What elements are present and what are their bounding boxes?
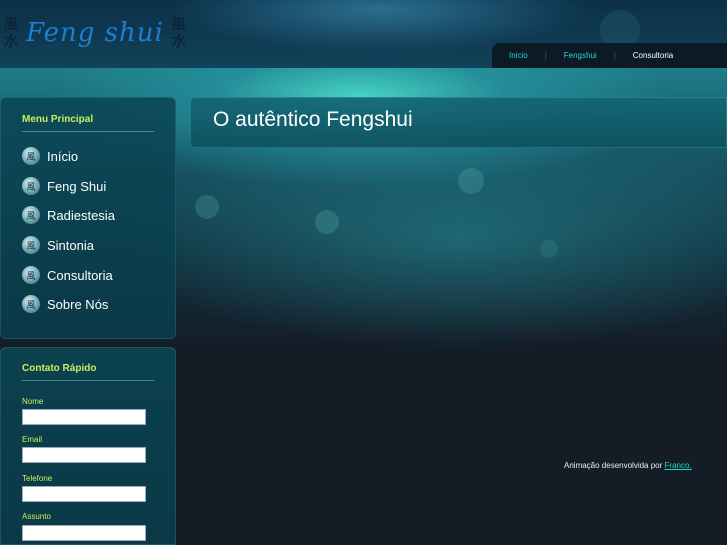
menu-item-sintonia[interactable]: 風 Sintonia: [22, 235, 94, 255]
orb-icon: 風: [22, 177, 40, 195]
menu-item-label: Início: [47, 148, 79, 164]
orb-icon: 風: [22, 206, 40, 224]
menu-item-label: Consultoria: [47, 267, 113, 283]
phone-field[interactable]: [22, 486, 146, 502]
bubble-decoration: [540, 240, 558, 258]
bubble-decoration: [458, 168, 484, 194]
menu-item-sobre-nos[interactable]: 風 Sobre Nós: [22, 294, 108, 314]
email-label: Email: [22, 435, 43, 444]
name-field[interactable]: [22, 409, 146, 425]
email-field[interactable]: [22, 447, 146, 463]
bubble-decoration: [315, 210, 339, 234]
main-menu-title: Menu Principal: [22, 114, 94, 125]
orb-icon: 風: [22, 236, 40, 254]
divider: [22, 131, 154, 132]
menu-item-consultoria[interactable]: 風 Consultoria: [22, 265, 113, 285]
contact-title: Contato Rápido: [22, 363, 97, 374]
menu-item-inicio[interactable]: 風 Início: [22, 146, 78, 166]
contact-box: Contato Rápido Nome Email Telefone Assun…: [0, 347, 176, 545]
subject-label: Assunto: [22, 512, 51, 521]
menu-item-label: Radiestesia: [47, 207, 115, 223]
main-menu-box: Menu Principal 風 Início 風 Feng Shui 風 Ra…: [0, 97, 176, 339]
topnav-fengshui[interactable]: Fengshui: [547, 51, 614, 60]
credit-text: Animação desenvolvida por: [564, 461, 665, 470]
bubble-decoration: [195, 195, 219, 219]
logo-kanji-right: 風水: [171, 15, 187, 50]
menu-item-radiestesia[interactable]: 風 Radiestesia: [22, 205, 115, 225]
menu-item-label: Feng Shui: [47, 178, 107, 194]
name-label: Nome: [22, 397, 44, 406]
orb-icon: 風: [22, 266, 40, 284]
divider: [22, 380, 154, 381]
credit-link[interactable]: Franco.: [665, 461, 692, 470]
topnav-inicio[interactable]: Inicio: [492, 51, 545, 60]
logo-kanji-left: 風水: [3, 15, 19, 50]
menu-item-label: Sobre Nós: [47, 296, 109, 312]
menu-item-feng-shui[interactable]: 風 Feng Shui: [22, 176, 106, 196]
orb-icon: 風: [22, 147, 40, 165]
subject-field[interactable]: [22, 525, 146, 541]
top-navigation: Inicio | Fengshui | Consultoria: [492, 43, 727, 68]
site-logo[interactable]: 風水 Feng shui 風水: [0, 8, 190, 58]
orb-icon: 風: [22, 295, 40, 313]
page-title: O autêntico Fengshui: [213, 108, 413, 131]
main-title-bar: O autêntico Fengshui: [190, 97, 727, 148]
logo-text: Feng shui: [26, 18, 164, 48]
animation-credit: Animação desenvolvida por Franco.: [564, 461, 692, 470]
topnav-consultoria[interactable]: Consultoria: [616, 51, 690, 60]
phone-label: Telefone: [22, 474, 53, 483]
menu-item-label: Sintonia: [47, 237, 94, 253]
